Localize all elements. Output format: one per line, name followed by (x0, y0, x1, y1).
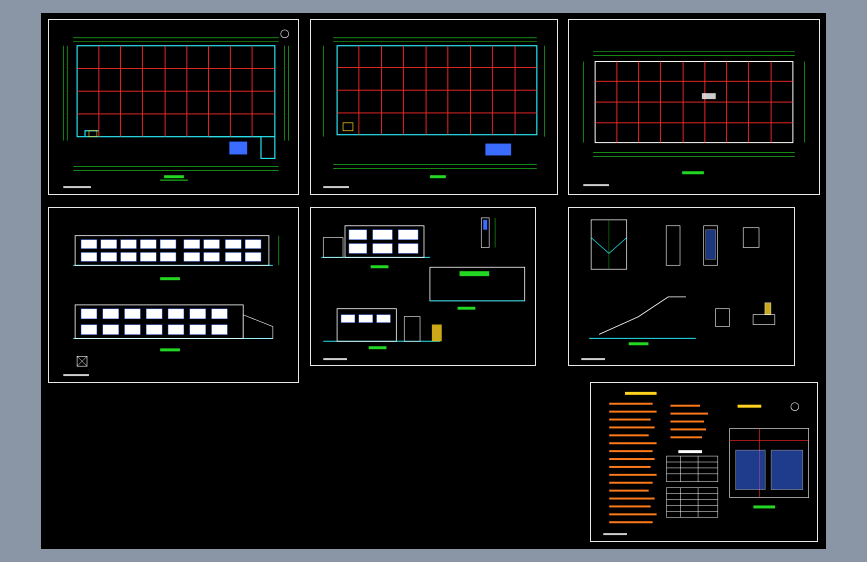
section-c (323, 308, 442, 350)
sheet-roof-plan[interactable] (568, 19, 820, 195)
stair-block (229, 141, 248, 155)
design-notes (609, 402, 657, 524)
notes-title (625, 391, 657, 395)
door-window-schedule (666, 455, 719, 518)
elevation-rear (73, 304, 274, 352)
dimension-lines (62, 37, 289, 171)
plan-title-green (753, 505, 776, 509)
north-arrow-icon (280, 29, 289, 39)
plan-title (737, 404, 762, 408)
schedule-title (678, 450, 703, 454)
dimension-lines (322, 37, 546, 169)
wall-outline (76, 45, 276, 160)
roof-plan-drawing (582, 51, 806, 187)
drawing-canvas[interactable] (41, 13, 826, 549)
sheet-notes-and-schedules[interactable] (590, 382, 818, 542)
floor-plan-1-drawing (62, 29, 289, 189)
stair-details-drawing (581, 219, 776, 361)
wall-detail (480, 217, 496, 248)
sections-drawing (321, 217, 526, 361)
title-block (164, 175, 184, 179)
partial-plan (729, 428, 809, 498)
stair-outline (342, 122, 354, 132)
title-block (430, 175, 446, 179)
sheet-stair-details[interactable] (568, 207, 795, 366)
entry-stair (88, 130, 98, 137)
floor-plan-2-drawing (322, 37, 546, 189)
sheet-label (603, 533, 627, 536)
sheet-elevations[interactable] (48, 207, 299, 383)
notes-column-2 (670, 404, 708, 439)
title-block (682, 171, 704, 175)
footing-details (715, 302, 776, 327)
north-arrow-icon (790, 402, 800, 411)
sheet-sections[interactable] (310, 207, 536, 366)
section-a (321, 225, 430, 269)
stair-plan (590, 219, 628, 270)
sheet-floor-plan-2[interactable] (310, 19, 558, 195)
column-sections (665, 225, 760, 266)
column-grid (77, 45, 275, 137)
notes-drawing (603, 391, 809, 536)
stair-section (589, 296, 696, 346)
elevation-front (73, 235, 280, 281)
sheet-label (323, 358, 347, 361)
sheet-label (323, 186, 349, 189)
stair-block (485, 143, 512, 156)
sheet-label (581, 358, 605, 361)
sheet-floor-plan-1[interactable] (48, 19, 299, 195)
roof-label (701, 93, 716, 100)
section-b (429, 266, 526, 310)
sheet-label (63, 186, 91, 189)
column-grid (337, 45, 537, 135)
sheet-label (583, 184, 609, 187)
elevations-drawing (63, 235, 280, 377)
sheet-label (63, 374, 89, 377)
column-grid (595, 61, 793, 143)
